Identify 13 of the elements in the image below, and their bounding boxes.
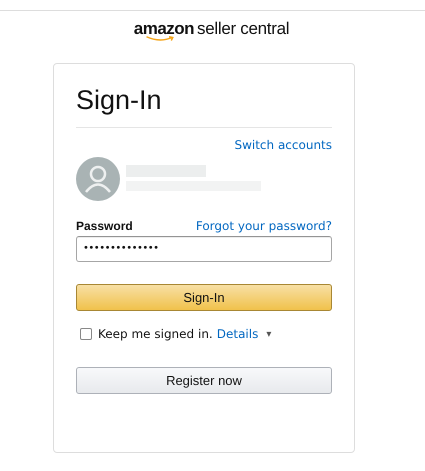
keep-signed-in-checkbox[interactable] [80, 328, 92, 340]
logo: amazon seller central [136, 21, 290, 47]
forgot-password-link[interactable]: Forgot your password? [196, 219, 332, 233]
details-link[interactable]: Details [216, 327, 258, 341]
avatar-icon [76, 157, 120, 201]
password-label: Password [76, 219, 133, 233]
keep-signed-in-label: Keep me signed in. [98, 327, 213, 341]
page-title: Sign-In [76, 84, 163, 117]
caret-icon[interactable]: ▾ [266, 328, 272, 340]
sign-in-button[interactable]: Sign-In [76, 284, 332, 311]
password-field[interactable]: •••••••••••••• [76, 236, 332, 262]
register-button[interactable]: Register now [76, 367, 332, 394]
switch-accounts-link[interactable]: Switch accounts [234, 138, 332, 152]
